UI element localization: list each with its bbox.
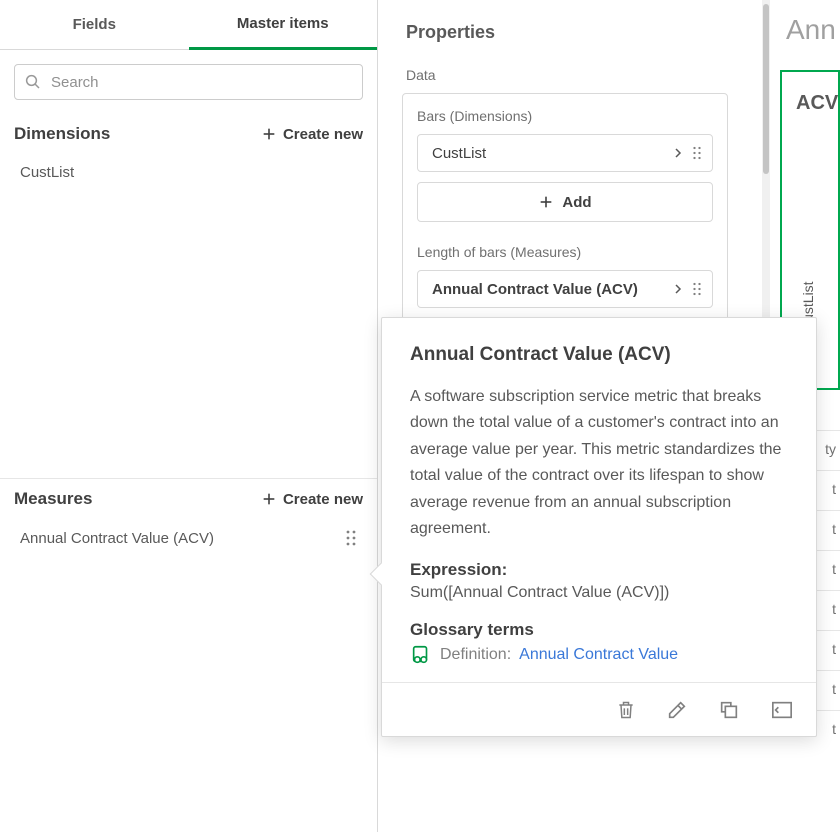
chip-label: Annual Contract Value (ACV) [432,281,638,298]
add-label: Add [562,194,591,211]
dimension-item[interactable]: CustList [0,152,377,193]
trash-icon [616,699,636,721]
tooltip-title: Annual Contract Value (ACV) [410,344,788,366]
length-label: Length of bars (Measures) [417,244,713,260]
properties-section-data: Data [378,49,770,93]
expression-value: Sum([Annual Contract Value (ACV)]) [410,584,788,602]
tab-fields[interactable]: Fields [0,0,189,50]
create-dimension-button[interactable]: Create new [261,126,363,143]
measures-heading: Measures [14,489,92,509]
plus-icon [538,194,554,210]
chevron-right-icon [672,147,684,159]
bars-dimension-chip[interactable]: CustList [417,134,713,172]
chevron-right-icon [672,283,684,295]
duplicate-icon [718,699,740,721]
measure-item[interactable]: Annual Contract Value (ACV) [0,517,377,559]
tooltip-description: A software subscription service metric t… [410,384,788,542]
chart-title: ACV [788,92,832,115]
dimensions-heading: Dimensions [14,124,110,144]
definition-link[interactable]: Annual Contract Value [519,646,678,664]
drag-handle-icon[interactable] [692,281,702,297]
dimension-item-label: CustList [20,164,74,181]
search-icon [24,73,42,91]
create-new-label: Create new [283,126,363,143]
assets-tabs: Fields Master items [0,0,377,50]
bars-label: Bars (Dimensions) [417,108,713,124]
expression-label: Expression: [410,560,788,580]
create-new-label: Create new [283,491,363,508]
add-dimension-button[interactable]: Add [417,182,713,222]
measure-tooltip: Annual Contract Value (ACV) A software s… [381,317,817,737]
search-box [14,64,363,100]
assets-panel: Fields Master items Dimensions Create ne… [0,0,378,832]
properties-heading: Properties [378,0,770,49]
pencil-icon [666,699,688,721]
glossary-icon [410,644,432,666]
duplicate-button[interactable] [718,699,740,721]
measure-item-label: Annual Contract Value (ACV) [20,530,214,547]
definition-label: Definition: [440,646,511,664]
scrollbar-thumb[interactable] [763,4,769,174]
plus-icon [261,491,277,507]
data-card: Bars (Dimensions) CustList Add Length of… [402,93,728,333]
sheet-title-fragment: Ann [786,14,836,46]
drag-handle-icon[interactable] [345,529,357,547]
create-measure-button[interactable]: Create new [261,491,363,508]
search-input[interactable] [14,64,363,100]
edit-button[interactable] [666,699,688,721]
tooltip-actions [382,682,816,736]
insert-icon [770,699,794,721]
chip-label: CustList [432,145,486,162]
plus-icon [261,126,277,142]
glossary-heading: Glossary terms [410,620,788,640]
length-measure-chip[interactable]: Annual Contract Value (ACV) [417,270,713,308]
tab-master-items[interactable]: Master items [189,0,378,50]
drag-handle-icon[interactable] [692,145,702,161]
delete-button[interactable] [616,699,636,721]
add-to-sheet-button[interactable] [770,699,794,721]
